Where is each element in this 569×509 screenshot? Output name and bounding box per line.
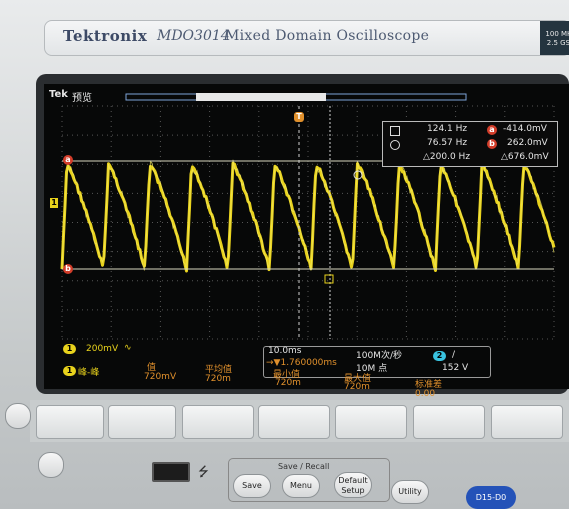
save-recall-label: Save / Recall — [278, 462, 330, 471]
ch1-ground-marker: 1 — [50, 198, 58, 208]
volt-b: 262.0mV — [507, 138, 548, 148]
cursor-crosshair-box — [324, 274, 334, 284]
value: 720mV — [144, 372, 177, 382]
mean-value: 720m — [205, 374, 231, 384]
save-label: Save — [242, 481, 262, 490]
softkey-1[interactable] — [36, 405, 104, 439]
tek-logo: Tek — [49, 89, 68, 100]
model-number: MDO3014 — [157, 28, 230, 44]
min-value: 720m — [275, 378, 301, 388]
ch1-badge[interactable]: 1 — [63, 344, 76, 354]
std-value: 0.00 — [415, 389, 436, 399]
stats-measure-name: 峰-峰 — [78, 368, 100, 378]
sample-rate-spec: 2.5 GS/s — [546, 39, 569, 47]
usb-icon: ⭍ — [198, 465, 209, 480]
softkey-7[interactable] — [491, 405, 563, 439]
sample-rate: 100M次/秒 — [356, 351, 402, 361]
brand-logo: Tektronix — [63, 27, 148, 45]
trigger-source-badge: 2 — [433, 351, 446, 361]
freq-a: 124.1 Hz — [427, 124, 468, 134]
cursor-a-marker: a — [63, 155, 73, 165]
default-setup-line2: Setup — [341, 486, 365, 495]
freq-b: 76.57 Hz — [427, 138, 468, 148]
usb-port — [152, 462, 190, 482]
record-view-window — [196, 93, 326, 101]
cursor-readout-box: 124.1 Hz 76.57 Hz △200.0 Hz a b -414.0mV… — [382, 121, 558, 167]
cursor-a-readout-icon: a — [487, 125, 497, 135]
coupling-icon: ∿ — [124, 343, 132, 353]
cursor-b-readout-icon: b — [487, 139, 497, 149]
softkey-6[interactable] — [413, 405, 485, 439]
power-button[interactable] — [38, 452, 64, 478]
default-setup-line1: Default — [338, 476, 368, 485]
stats-channel-badge: 1 — [63, 366, 76, 376]
utility-button[interactable]: Utility — [391, 480, 429, 504]
mode-label: 预览 — [72, 93, 92, 104]
circle-cursor-icon — [390, 140, 400, 150]
save-button[interactable]: Save — [233, 474, 271, 498]
softkey-4[interactable] — [258, 405, 330, 439]
utility-label: Utility — [398, 487, 422, 496]
default-setup-button[interactable]: Default Setup — [334, 472, 372, 498]
cursor-b-marker: b — [63, 264, 73, 274]
trigger-slope-icon: / — [452, 350, 456, 360]
timebase: 10.0ms — [268, 346, 302, 356]
display-screen: Tek 预览 T 1 a b 124.1 Hz 76.57 Hz △200.0 … — [44, 84, 569, 392]
bandwidth-spec: 100 MHz — [545, 30, 569, 38]
softkey-2[interactable] — [108, 405, 176, 439]
delta-freq: △200.0 Hz — [423, 152, 471, 162]
d15-d0-button[interactable]: D15-D0 — [466, 486, 516, 509]
volt-a: -414.0mV — [503, 124, 547, 134]
brand-bar: Tektronix MDO3014 Mixed Domain Oscillosc… — [44, 20, 569, 56]
softkey-5[interactable] — [335, 405, 407, 439]
max-value: 720m — [344, 382, 370, 392]
model-description: Mixed Domain Oscilloscope — [225, 28, 430, 44]
square-cursor-icon — [390, 126, 400, 136]
menu-button[interactable]: Menu — [282, 474, 320, 498]
softkey-3[interactable] — [182, 405, 254, 439]
spec-badge: 100 MHz 2.5 GS/s — [540, 21, 569, 55]
delta-volt: △676.0mV — [501, 152, 549, 162]
trigger-level: 152 V — [442, 363, 469, 373]
menu-label: Menu — [290, 481, 312, 490]
ch1-scale: 200mV — [86, 344, 119, 354]
side-round-button[interactable] — [5, 403, 31, 429]
trigger-position-marker: T — [294, 112, 304, 122]
